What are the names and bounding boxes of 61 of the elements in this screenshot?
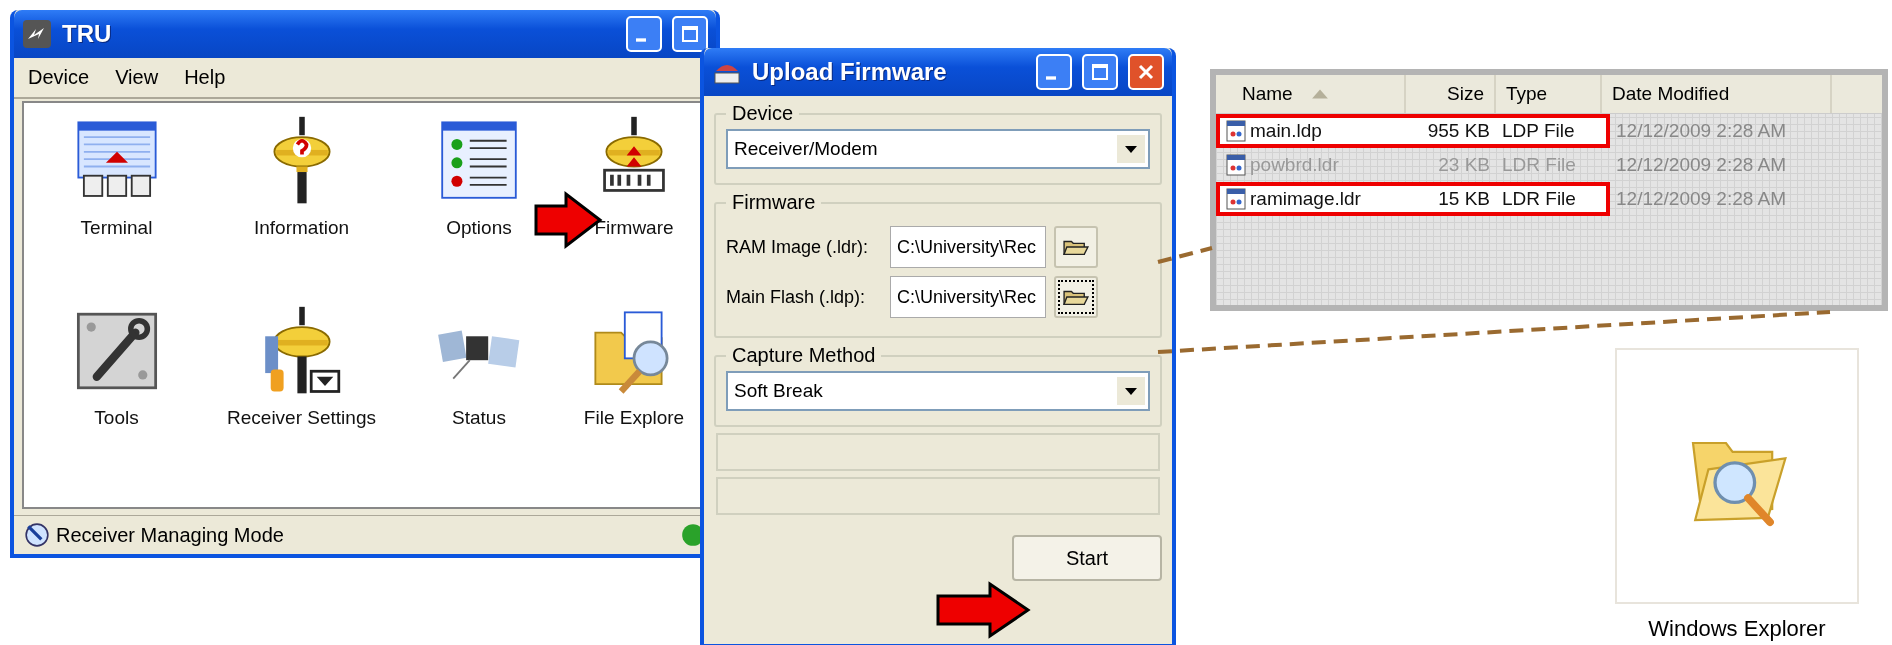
table-cell-text: 955 KB <box>1426 120 1491 142</box>
file-icon <box>1226 188 1246 210</box>
group-label: Firmware <box>731 191 817 214</box>
maximize-icon <box>1090 62 1110 82</box>
table-cell-text: 12/12/2009 2:28 AM <box>1615 188 1788 210</box>
icon-label: Status <box>452 407 506 429</box>
icon-tile[interactable] <box>1615 348 1859 604</box>
icon-label: Terminal <box>80 217 153 239</box>
maximize-icon <box>680 24 700 44</box>
status-text: Receiver Managing Mode <box>56 523 284 547</box>
browse-button[interactable] <box>1054 226 1098 268</box>
group-label: Capture Method <box>731 344 877 367</box>
minimize-icon <box>1046 76 1056 80</box>
capture-method-dropdown[interactable]: Soft Break <box>726 371 1150 411</box>
path-field[interactable]: C:\University\Rec <box>890 276 1046 318</box>
icon-label: Windows Explorer <box>1648 616 1826 642</box>
table-cell-text: LDR File <box>1501 188 1577 210</box>
file-icon <box>1226 154 1246 176</box>
leader-line <box>1157 246 1213 264</box>
field-label: Main Flash (.ldp): <box>726 286 867 308</box>
maximize-button[interactable] <box>1082 54 1118 90</box>
icon-label: Tools <box>94 407 139 429</box>
maximize-button[interactable] <box>672 16 708 52</box>
icon-label: Firmware <box>594 217 674 239</box>
window-title: TRU <box>62 20 112 48</box>
icon-label: Information <box>253 217 349 239</box>
column-header[interactable]: Type <box>1496 75 1602 113</box>
app-icon <box>22 19 52 49</box>
icon-label: Options <box>446 217 512 239</box>
file-icon <box>1226 120 1246 142</box>
close-icon <box>1136 62 1156 82</box>
table-cell-text: 15 KB <box>1437 188 1491 210</box>
browse-button[interactable] <box>1054 276 1098 318</box>
menu-item[interactable]: View <box>115 66 159 89</box>
start-button[interactable]: Start <box>1012 535 1162 581</box>
field-label: RAM Image (.ldr): <box>726 236 870 258</box>
file-name[interactable]: ramimage.ldr <box>1250 188 1361 210</box>
group-label: Device <box>731 102 795 125</box>
device-dropdown[interactable]: Receiver/Modem <box>726 129 1150 169</box>
caret-icon <box>1117 377 1145 405</box>
window-title: Upload Firmware <box>752 58 947 86</box>
table-cell-text: 23 KB <box>1437 154 1491 176</box>
icon-label: Receiver Settings <box>227 407 376 429</box>
caret-icon <box>1117 135 1145 163</box>
table-cell-text: 12/12/2009 2:28 AM <box>1615 154 1788 176</box>
close-button[interactable] <box>1128 54 1164 90</box>
file-name[interactable]: main.ldp <box>1250 120 1322 142</box>
menu-item[interactable]: Help <box>184 66 226 89</box>
sort-icon <box>1310 88 1329 100</box>
column-header[interactable]: Date Modified <box>1602 75 1832 113</box>
column-header[interactable]: Name <box>1216 75 1406 113</box>
minimize-button[interactable] <box>1036 54 1072 90</box>
menu-item[interactable]: Device <box>28 66 90 89</box>
icon-label: File Explore <box>583 407 685 429</box>
table-cell-text: 12/12/2009 2:28 AM <box>1615 120 1788 142</box>
minimize-icon <box>636 38 646 42</box>
table-cell-text: LDP File <box>1501 120 1576 142</box>
column-header[interactable]: Size <box>1406 75 1496 113</box>
minimize-button[interactable] <box>626 16 662 52</box>
table-cell-text: LDR File <box>1501 154 1577 176</box>
path-field[interactable]: C:\University\Rec <box>890 226 1046 268</box>
